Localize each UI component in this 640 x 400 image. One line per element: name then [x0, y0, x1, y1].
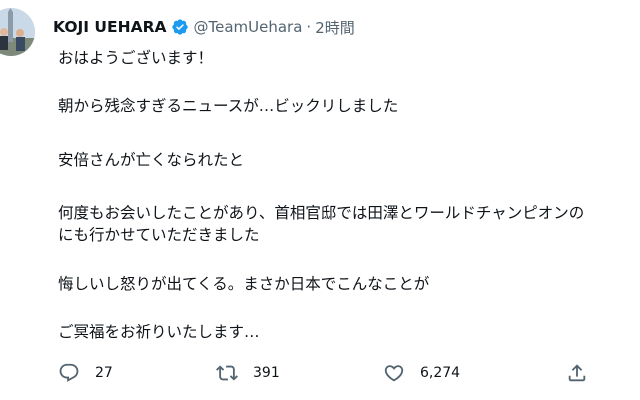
tweet-header: KOJI UEHARA @TeamUehara · 2時間: [53, 16, 355, 38]
reply-count: 27: [95, 365, 113, 381]
like-count: 6,274: [420, 365, 461, 381]
handle[interactable]: @TeamUehara: [194, 18, 303, 36]
tweet-line: 何度もお会いしたことがあり、首相官邸では田澤とワールドチャンピオンの: [58, 204, 585, 222]
tweet-actions: 27 391 6,274: [0, 362, 640, 388]
like-button[interactable]: 6,274: [383, 362, 460, 384]
tweet-line: 悔しいし怒りが出てくる。まさか日本でこんなことが: [58, 275, 430, 293]
share-button[interactable]: [566, 362, 588, 384]
timestamp[interactable]: 2時間: [315, 17, 355, 38]
retweet-icon: [216, 362, 238, 384]
tweet-line: おはようございます！: [58, 49, 214, 67]
heart-icon: [383, 362, 405, 384]
verified-badge-icon: [171, 18, 189, 36]
tweet-line: ご冥福をお祈りいたします…: [58, 323, 260, 341]
retweet-button[interactable]: 391: [216, 362, 280, 384]
avatar[interactable]: [0, 8, 35, 56]
tweet-line: にも行かせていただきました: [58, 226, 260, 244]
reply-button[interactable]: 27: [58, 362, 113, 384]
retweet-count: 391: [253, 365, 280, 381]
tweet-line: 安倍さんが亡くなられたと: [58, 151, 245, 169]
separator-dot: ·: [306, 18, 312, 36]
reply-icon: [58, 362, 80, 384]
tweet-line: 朝から残念すぎるニュースが…ビックリしました: [58, 97, 399, 115]
avatar-photo: [0, 8, 35, 56]
display-name[interactable]: KOJI UEHARA: [53, 18, 167, 36]
share-icon: [566, 362, 588, 384]
